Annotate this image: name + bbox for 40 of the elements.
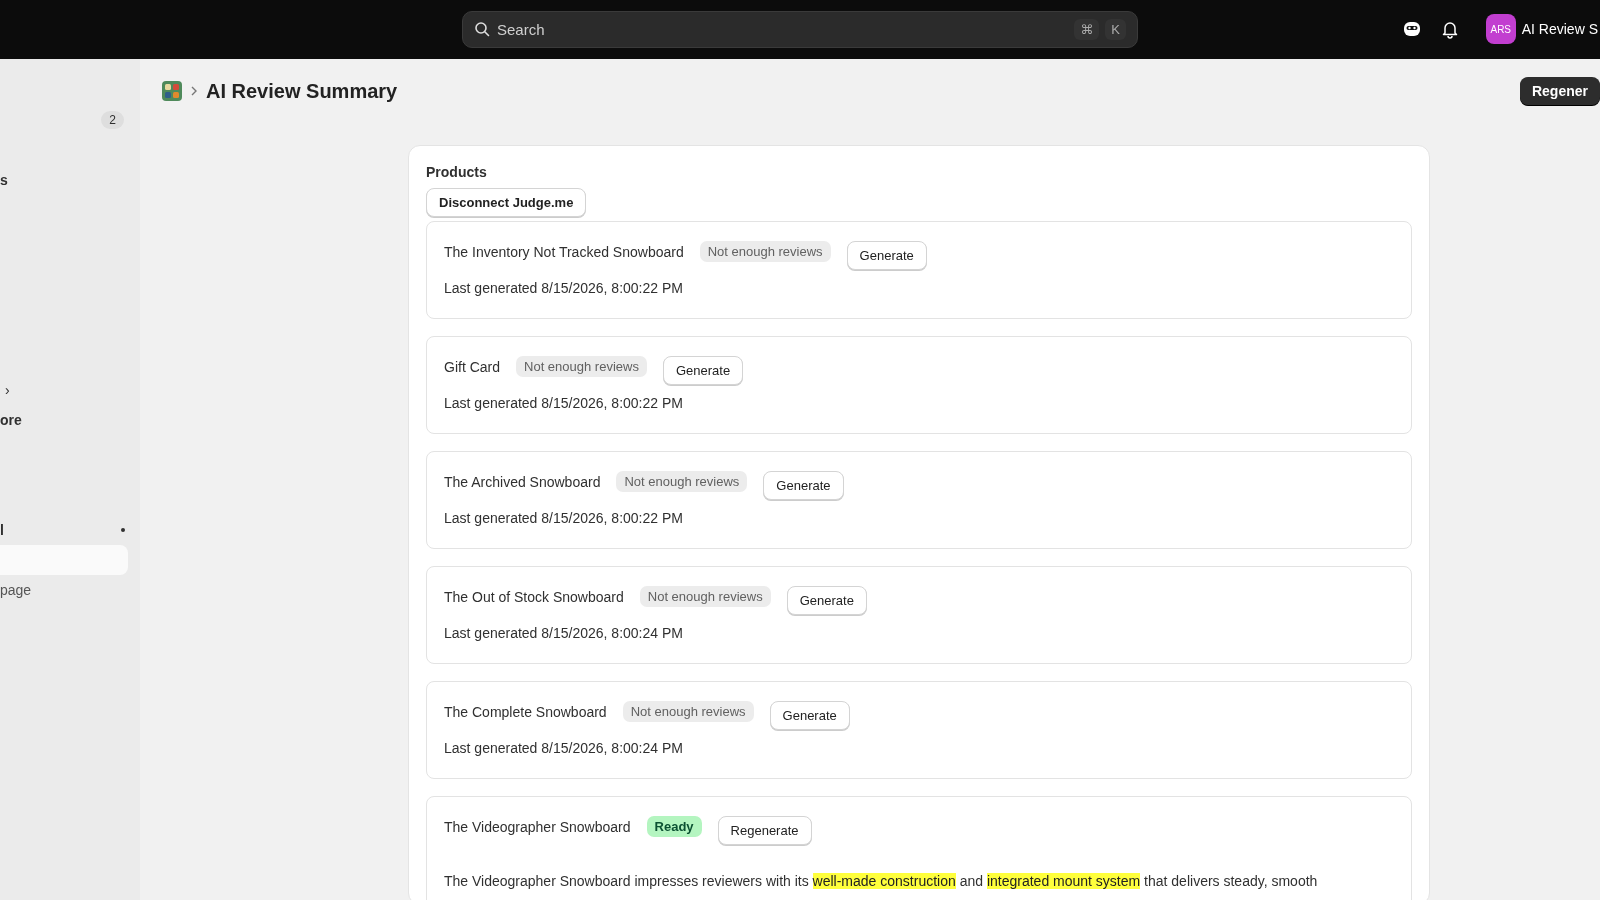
- store-avatar[interactable]: ARS: [1485, 14, 1516, 44]
- shortcut-key: ⌘: [1074, 19, 1100, 40]
- disconnect-button[interactable]: Disconnect Judge.me: [426, 188, 587, 217]
- page-title: AI Review Summary: [206, 79, 398, 103]
- last-generated: Last generated 8/15/2026, 8:00:24 PM: [444, 740, 684, 756]
- card-title: Products: [426, 164, 488, 180]
- last-generated: Last generated 8/15/2026, 8:00:22 PM: [444, 280, 684, 296]
- dot-icon: [121, 528, 125, 532]
- status-badge: Ready: [646, 816, 702, 837]
- status-badge: Not enough reviews: [699, 241, 831, 262]
- status-badge: Not enough reviews: [622, 701, 754, 722]
- generate-button[interactable]: Generate: [846, 241, 927, 270]
- status-badge: Not enough reviews: [616, 471, 748, 492]
- product-name: The Videographer Snowboard: [444, 818, 631, 835]
- assistant-icon[interactable]: [1401, 19, 1422, 39]
- status-badge: Not enough reviews: [516, 356, 647, 377]
- nav-item[interactable]: l: [0, 522, 4, 538]
- last-generated: Last generated 8/15/2026, 8:00:22 PM: [444, 510, 684, 526]
- store-name[interactable]: AI Review S: [1521, 21, 1598, 37]
- generate-button[interactable]: Regenerate: [717, 816, 812, 845]
- app-icon[interactable]: [162, 81, 182, 101]
- count-badge: 2: [101, 111, 124, 129]
- generate-button[interactable]: Generate: [769, 701, 850, 730]
- generate-button[interactable]: Generate: [662, 356, 744, 385]
- chevron-icon[interactable]: ›: [5, 382, 10, 398]
- nav-item[interactable]: page: [0, 582, 32, 598]
- last-generated: Last generated 8/15/2026, 8:00:24 PM: [444, 625, 684, 641]
- generate-button[interactable]: Generate: [786, 586, 867, 615]
- product-name: The Out of Stock Snowboard: [444, 588, 624, 605]
- status-badge: Not enough reviews: [639, 586, 771, 607]
- chevron-icon: [190, 86, 198, 96]
- last-generated: Last generated 8/15/2026, 8:00:22 PM: [444, 395, 684, 411]
- product-name: The Complete Snowboard: [444, 703, 607, 720]
- product-name: The Inventory Not Tracked Snowboard: [444, 243, 684, 260]
- generate-button[interactable]: Generate: [763, 471, 844, 500]
- nav-item[interactable]: s: [0, 172, 8, 188]
- nav-item[interactable]: ore: [0, 412, 22, 428]
- product-name: Gift Card: [444, 358, 500, 375]
- header-action-button[interactable]: Regener: [1519, 77, 1600, 105]
- product-name: The Archived Snowboard: [444, 473, 601, 490]
